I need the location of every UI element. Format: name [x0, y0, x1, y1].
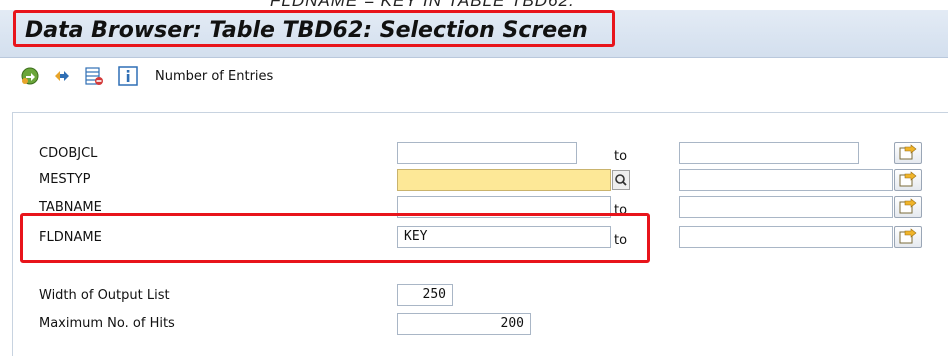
multiple-selection-icon: [899, 198, 917, 214]
title-highlight-box: [13, 10, 615, 47]
row-label-mestyp: MESTYP: [39, 172, 91, 187]
tabname-multiple-selection-button[interactable]: [894, 196, 922, 218]
row-label-cdobjcl: CDOBJCL: [39, 146, 98, 161]
cdobjcl-low-input[interactable]: [397, 142, 577, 164]
cdobjcl-high-input[interactable]: [679, 142, 859, 164]
multiple-selection-icon: [899, 144, 917, 160]
info-icon[interactable]: [118, 66, 138, 86]
multiple-selection-icon: [899, 228, 917, 244]
multiple-selection-icon: [899, 171, 917, 187]
search-icon: [615, 174, 627, 186]
mestyp-low-input[interactable]: [397, 169, 611, 191]
width-of-output-list-label: Width of Output List: [39, 288, 170, 303]
number-of-entries-button[interactable]: Number of Entries: [155, 69, 273, 84]
selection-options-icon[interactable]: [52, 66, 72, 86]
mestyp-value-help-button[interactable]: [612, 170, 630, 190]
tabname-high-input[interactable]: [679, 196, 893, 218]
fldname-multiple-selection-button[interactable]: [894, 226, 922, 248]
mestyp-high-input[interactable]: [679, 169, 893, 191]
execute-icon[interactable]: [20, 66, 40, 86]
width-of-output-list-input[interactable]: 250: [397, 284, 453, 306]
fldname-row-highlight-box: [20, 213, 650, 263]
top-caption-text: FLDNAME = KEY IN TABLE TBD62.: [270, 0, 575, 10]
mestyp-multiple-selection-button[interactable]: [894, 169, 922, 191]
fldname-high-input[interactable]: [679, 226, 893, 248]
top-caption: FLDNAME = KEY IN TABLE TBD62.: [0, 0, 948, 10]
to-label: to: [614, 149, 628, 164]
maximum-no-of-hits-label: Maximum No. of Hits: [39, 316, 175, 331]
delete-row-icon[interactable]: [84, 66, 104, 86]
maximum-no-of-hits-input[interactable]: 200: [397, 313, 531, 335]
application-toolbar: Number of Entries: [0, 58, 948, 96]
cdobjcl-multiple-selection-button[interactable]: [894, 142, 922, 164]
